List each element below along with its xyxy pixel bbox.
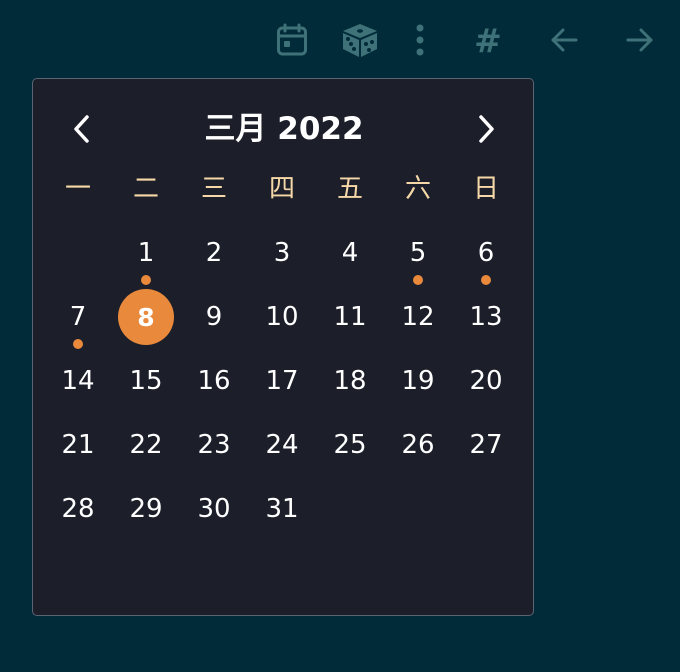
calendar-day[interactable]: 20 <box>458 353 514 409</box>
weekday-label: 四 <box>268 174 295 204</box>
calendar-day[interactable]: 5 <box>390 225 446 281</box>
calendar-day[interactable]: 24 <box>254 417 310 473</box>
calendar-day[interactable]: 6 <box>458 225 514 281</box>
calendar-day-selected[interactable]: 8 <box>118 289 174 345</box>
toolbar: # <box>0 0 680 80</box>
entry-indicator-dot <box>413 275 423 285</box>
hash-icon: # <box>474 20 502 60</box>
calendar-day[interactable]: 13 <box>458 289 514 345</box>
calendar-day[interactable]: 22 <box>118 417 174 473</box>
calendar-day[interactable]: 26 <box>390 417 446 473</box>
calendar-icon <box>277 23 307 56</box>
calendar-day[interactable]: 16 <box>186 353 242 409</box>
calendar-day[interactable]: 19 <box>390 353 446 409</box>
random-page-button[interactable] <box>338 18 382 62</box>
calendar-day[interactable]: 9 <box>186 289 242 345</box>
calendar-day[interactable]: 4 <box>322 225 378 281</box>
calendar-day[interactable]: 10 <box>254 289 310 345</box>
calendar-day[interactable]: 25 <box>322 417 378 473</box>
calendar-day[interactable]: 31 <box>254 481 310 537</box>
more-options-button[interactable] <box>398 18 442 62</box>
calendar-button[interactable] <box>270 18 314 62</box>
chevron-right-icon <box>479 115 494 143</box>
calendar-day[interactable]: 30 <box>186 481 242 537</box>
calendar-day[interactable]: 2 <box>186 225 242 281</box>
calendar-day[interactable]: 28 <box>50 481 106 537</box>
entry-indicator-dot <box>73 339 83 349</box>
arrow-right-icon <box>626 28 653 52</box>
dice-icon <box>343 24 377 57</box>
weekday-label: 三 <box>200 174 227 204</box>
calendar-day[interactable]: 17 <box>254 353 310 409</box>
entry-indicator-dot <box>141 275 151 285</box>
weekday-label: 六 <box>404 174 431 204</box>
back-button[interactable] <box>542 18 586 62</box>
calendar-day[interactable]: 21 <box>50 417 106 473</box>
calendar-day[interactable]: 15 <box>118 353 174 409</box>
calendar-day[interactable]: 27 <box>458 417 514 473</box>
calendar-day[interactable]: 1 <box>118 225 174 281</box>
entry-indicator-dot <box>481 275 491 285</box>
weekday-label: 二 <box>132 174 159 204</box>
calendar-day[interactable]: 29 <box>118 481 174 537</box>
calendar-day[interactable]: 3 <box>254 225 310 281</box>
date-picker-popup: 三月 2022 一二三四五六日 1 2 3 4 5 6 7 8 9 10 11 12 13 14 15 16 1… <box>32 78 534 616</box>
forward-button[interactable] <box>618 18 662 62</box>
weekday-label: 五 <box>336 174 363 204</box>
next-month-button[interactable] <box>465 107 509 151</box>
calendar-day[interactable]: 18 <box>322 353 378 409</box>
arrow-left-icon <box>551 28 578 52</box>
weekday-label: 日 <box>472 174 499 204</box>
calendar-day[interactable]: 7 <box>50 289 106 345</box>
tags-button[interactable]: # <box>466 18 510 62</box>
calendar-day[interactable]: 11 <box>322 289 378 345</box>
month-title: 三月 2022 <box>204 111 364 147</box>
calendar-day[interactable]: 14 <box>50 353 106 409</box>
calendar-day[interactable]: 23 <box>186 417 242 473</box>
weekday-label: 一 <box>64 174 91 204</box>
calendar-day[interactable]: 12 <box>390 289 446 345</box>
more-vertical-icon <box>416 24 424 56</box>
